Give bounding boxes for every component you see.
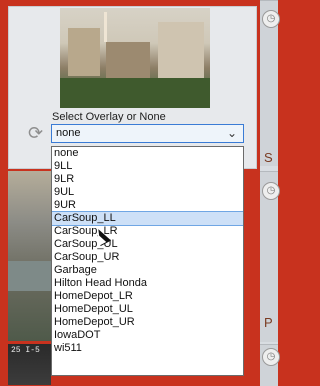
- side-letter: S: [264, 150, 273, 165]
- overlay-option[interactable]: 9UR: [52, 199, 243, 212]
- dial-icon[interactable]: ◷: [262, 10, 280, 28]
- overlay-option[interactable]: Garbage: [52, 264, 243, 277]
- camera-label: 25 I-5: [11, 346, 40, 355]
- overlay-option[interactable]: 9UL: [52, 186, 243, 199]
- overlay-option[interactable]: CarSoup_UL: [52, 238, 243, 251]
- side-letter: P: [264, 315, 273, 330]
- overlay-option[interactable]: 9LL: [52, 160, 243, 173]
- chevron-down-icon: ⌄: [226, 126, 237, 140]
- overlay-option[interactable]: none: [52, 147, 243, 160]
- overlay-dropdown-list[interactable]: none 9LL 9LR 9UL 9UR CarSoup_LL CarSoup_…: [51, 146, 244, 376]
- overlay-label: Select Overlay or None: [52, 111, 166, 123]
- dial-icon[interactable]: ◷: [262, 348, 280, 366]
- overlay-option[interactable]: 9LR: [52, 173, 243, 186]
- overlay-option[interactable]: Hilton Head Honda: [52, 277, 243, 290]
- overlay-option[interactable]: HomeDepot_UL: [52, 303, 243, 316]
- overlay-option[interactable]: HomeDepot_UR: [52, 316, 243, 329]
- overlay-option[interactable]: CarSoup_LR: [52, 225, 243, 238]
- dial-icon[interactable]: ◷: [262, 182, 280, 200]
- camera-thumbnail-bottom[interactable]: 25 I-5: [8, 344, 51, 385]
- overlay-select[interactable]: none ⌄: [51, 124, 244, 143]
- overlay-option[interactable]: IowaDOT: [52, 329, 243, 342]
- camera-thumbnail[interactable]: [60, 8, 210, 108]
- overlay-option[interactable]: HomeDepot_LR: [52, 290, 243, 303]
- camera-thumbnail-lower[interactable]: [8, 171, 51, 341]
- refresh-icon[interactable]: ⟳: [28, 124, 46, 142]
- overlay-option[interactable]: wi511: [52, 342, 243, 355]
- overlay-option-highlighted[interactable]: CarSoup_LL: [52, 211, 243, 226]
- overlay-option[interactable]: CarSoup_UR: [52, 251, 243, 264]
- overlay-selected-value: none: [56, 127, 81, 139]
